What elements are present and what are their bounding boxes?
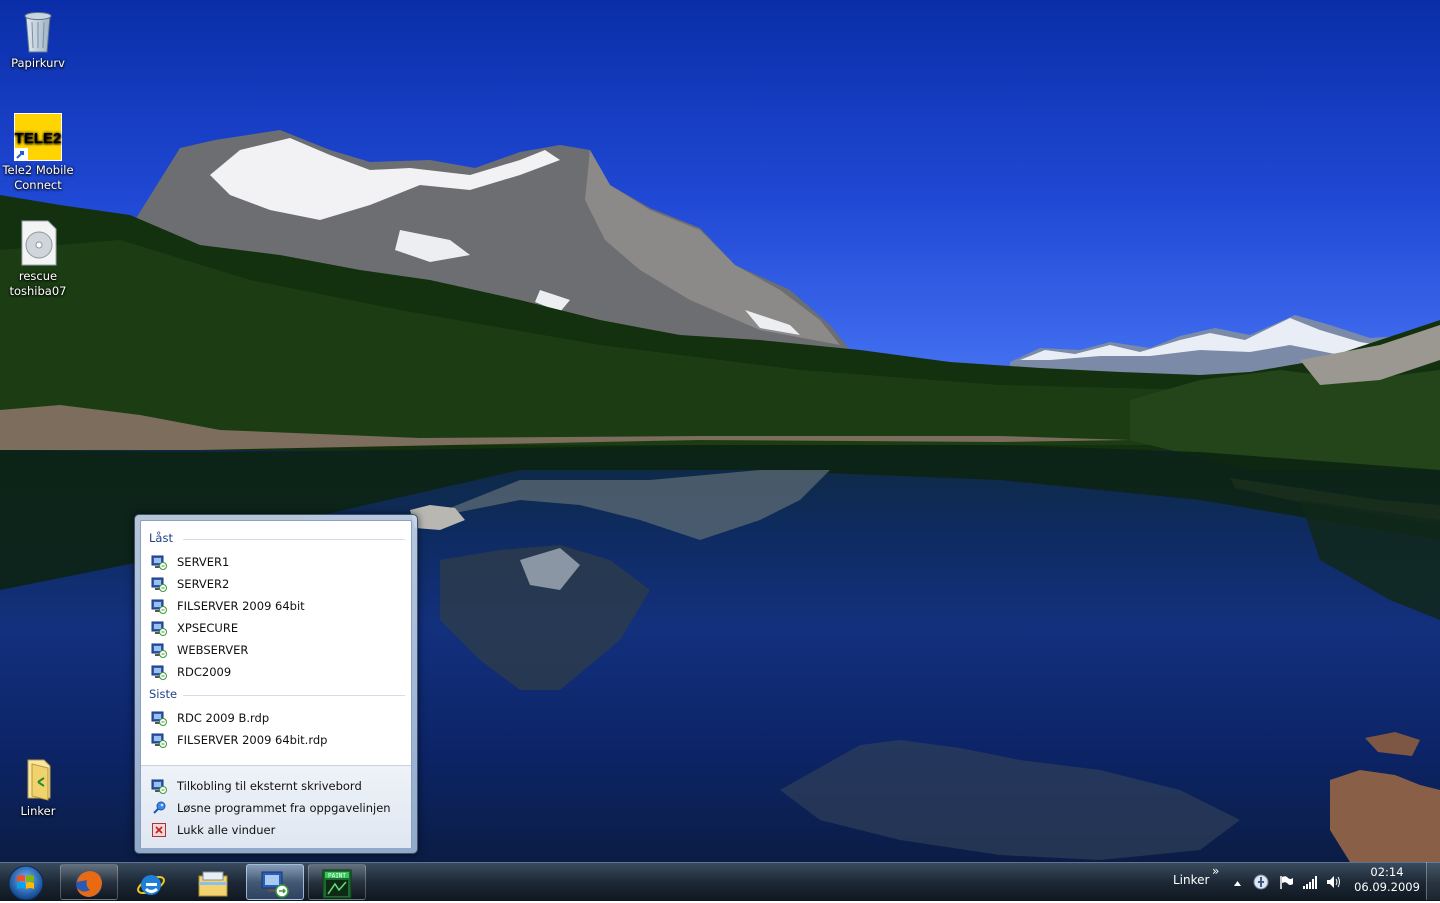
- jump-list-tasks: Tilkobling til eksternt skrivebord Løsne…: [141, 765, 411, 848]
- recycle-bin-icon: [14, 6, 62, 54]
- taskbar-button-remote-desktop[interactable]: [246, 864, 304, 900]
- remote-desktop-icon: [151, 778, 167, 794]
- desktop-icon-label: Linker: [20, 804, 56, 818]
- jump-list-item-label: FILSERVER 2009 64bit.rdp: [177, 733, 328, 747]
- jump-list-item-pinned[interactable]: RDC2009: [149, 662, 403, 682]
- separator: [183, 539, 405, 540]
- jump-list-task-label: Løsne programmet fra oppgavelinjen: [177, 801, 391, 815]
- taskbar-button-firefox[interactable]: [60, 864, 118, 900]
- taskbar-toolbar-linker[interactable]: Linker: [1173, 873, 1209, 887]
- disc-image-icon: [14, 219, 62, 267]
- taskbar-chevron-icon[interactable]: »: [1212, 864, 1219, 878]
- remote-desktop-icon: [151, 598, 167, 614]
- unpin-icon: [151, 800, 167, 816]
- windows-logo-icon: [8, 865, 44, 901]
- jump-list-item-label: XPSECURE: [177, 621, 239, 635]
- desktop-icon-linker[interactable]: Linker: [0, 754, 76, 819]
- desktop-icon-label: rescue: [18, 269, 58, 283]
- jump-list-item-pinned[interactable]: WEBSERVER: [149, 640, 403, 660]
- jump-list-task-unpin[interactable]: Løsne programmet fra oppgavelinjen: [149, 798, 403, 818]
- action-center-flag-icon[interactable]: [1278, 874, 1294, 893]
- desktop-icon-label: Papirkurv: [11, 56, 65, 70]
- clock-date: 06.09.2009: [1354, 880, 1420, 894]
- jump-list-item-label: SERVER2: [177, 577, 230, 591]
- close-window-icon: [151, 822, 167, 838]
- tele2-logo-icon: TELE2: [13, 112, 63, 162]
- jump-list-pinned-header: Låst: [149, 531, 173, 545]
- taskbar-button-file-explorer[interactable]: [184, 864, 242, 900]
- remote-desktop-icon: [151, 642, 167, 658]
- file-explorer-icon: [198, 871, 228, 897]
- remote-desktop-jump-list: Låst SERVER1 SERVER2 FILSERVER 2009 64bi…: [134, 514, 418, 854]
- jump-list-item-pinned[interactable]: SERVER1: [149, 552, 403, 572]
- jump-list-panel: Låst SERVER1 SERVER2 FILSERVER 2009 64bi…: [140, 520, 412, 848]
- paint-icon-text: PAINT: [328, 873, 346, 880]
- taskbar-clock[interactable]: 02:14 06.09.2009: [1352, 865, 1422, 895]
- jump-list-item-label: RDC2009: [177, 665, 232, 679]
- jump-list-item-label: FILSERVER 2009 64bit: [177, 599, 305, 613]
- remote-desktop-icon: [151, 576, 167, 592]
- remote-desktop-icon: [151, 710, 167, 726]
- jump-list-item-recent[interactable]: FILSERVER 2009 64bit.rdp: [149, 730, 403, 750]
- network-signal-icon[interactable]: [1302, 874, 1318, 893]
- show-desktop-button[interactable]: [1426, 862, 1440, 900]
- jump-list-item-recent[interactable]: RDC 2009 B.rdp: [149, 708, 403, 728]
- remote-desktop-icon: [151, 732, 167, 748]
- desktop-icon-tele2-mobile-connect[interactable]: TELE2 Tele2 Mobile Connect: [0, 112, 76, 193]
- desktop-icon-recycle-bin[interactable]: Papirkurv: [0, 6, 76, 71]
- tele2-logo-text: TELE2: [15, 130, 62, 147]
- remote-desktop-icon: [151, 554, 167, 570]
- tray-expand-icon[interactable]: [1233, 876, 1242, 890]
- jump-list-item-pinned[interactable]: FILSERVER 2009 64bit: [149, 596, 403, 616]
- firefox-icon: [76, 871, 102, 897]
- taskbar: PAINT »: [0, 862, 1440, 901]
- jump-list-task-label: Lukk alle vinduer: [177, 823, 276, 837]
- remote-desktop-icon: [151, 664, 167, 680]
- tray-shield-icon[interactable]: [1253, 874, 1269, 893]
- volume-icon[interactable]: [1325, 874, 1341, 893]
- taskbar-button-internet-explorer[interactable]: [122, 864, 180, 900]
- desktop-icon-label: Connect: [14, 178, 62, 192]
- jump-list-item-pinned[interactable]: SERVER2: [149, 574, 403, 594]
- jump-list-recent-header: Siste: [149, 687, 178, 701]
- jump-list-item-label: RDC 2009 B.rdp: [177, 711, 270, 725]
- desktop-icon-label: toshiba07: [9, 284, 67, 298]
- separator: [183, 695, 405, 696]
- remote-desktop-icon: [261, 871, 289, 898]
- jump-list-task-open-remote-desktop[interactable]: Tilkobling til eksternt skrivebord: [149, 776, 403, 796]
- remote-desktop-icon: [151, 620, 167, 636]
- folder-icon: [14, 754, 62, 802]
- taskbar-button-paint[interactable]: PAINT: [308, 864, 366, 900]
- jump-list-item-label: WEBSERVER: [177, 643, 249, 657]
- jump-list-task-close-all[interactable]: Lukk alle vinduer: [149, 820, 403, 840]
- desktop-icon-rescue-toshiba07[interactable]: rescue toshiba07: [0, 219, 76, 299]
- clock-time: 02:14: [1370, 865, 1404, 879]
- jump-list-item-pinned[interactable]: XPSECURE: [149, 618, 403, 638]
- start-button[interactable]: [4, 864, 48, 901]
- internet-explorer-icon: [137, 875, 165, 895]
- desktop-icon-label: Tele2 Mobile: [2, 163, 74, 177]
- jump-list-task-label: Tilkobling til eksternt skrivebord: [177, 779, 362, 793]
- jump-list-item-label: SERVER1: [177, 555, 230, 569]
- paint-icon: PAINT: [322, 869, 352, 899]
